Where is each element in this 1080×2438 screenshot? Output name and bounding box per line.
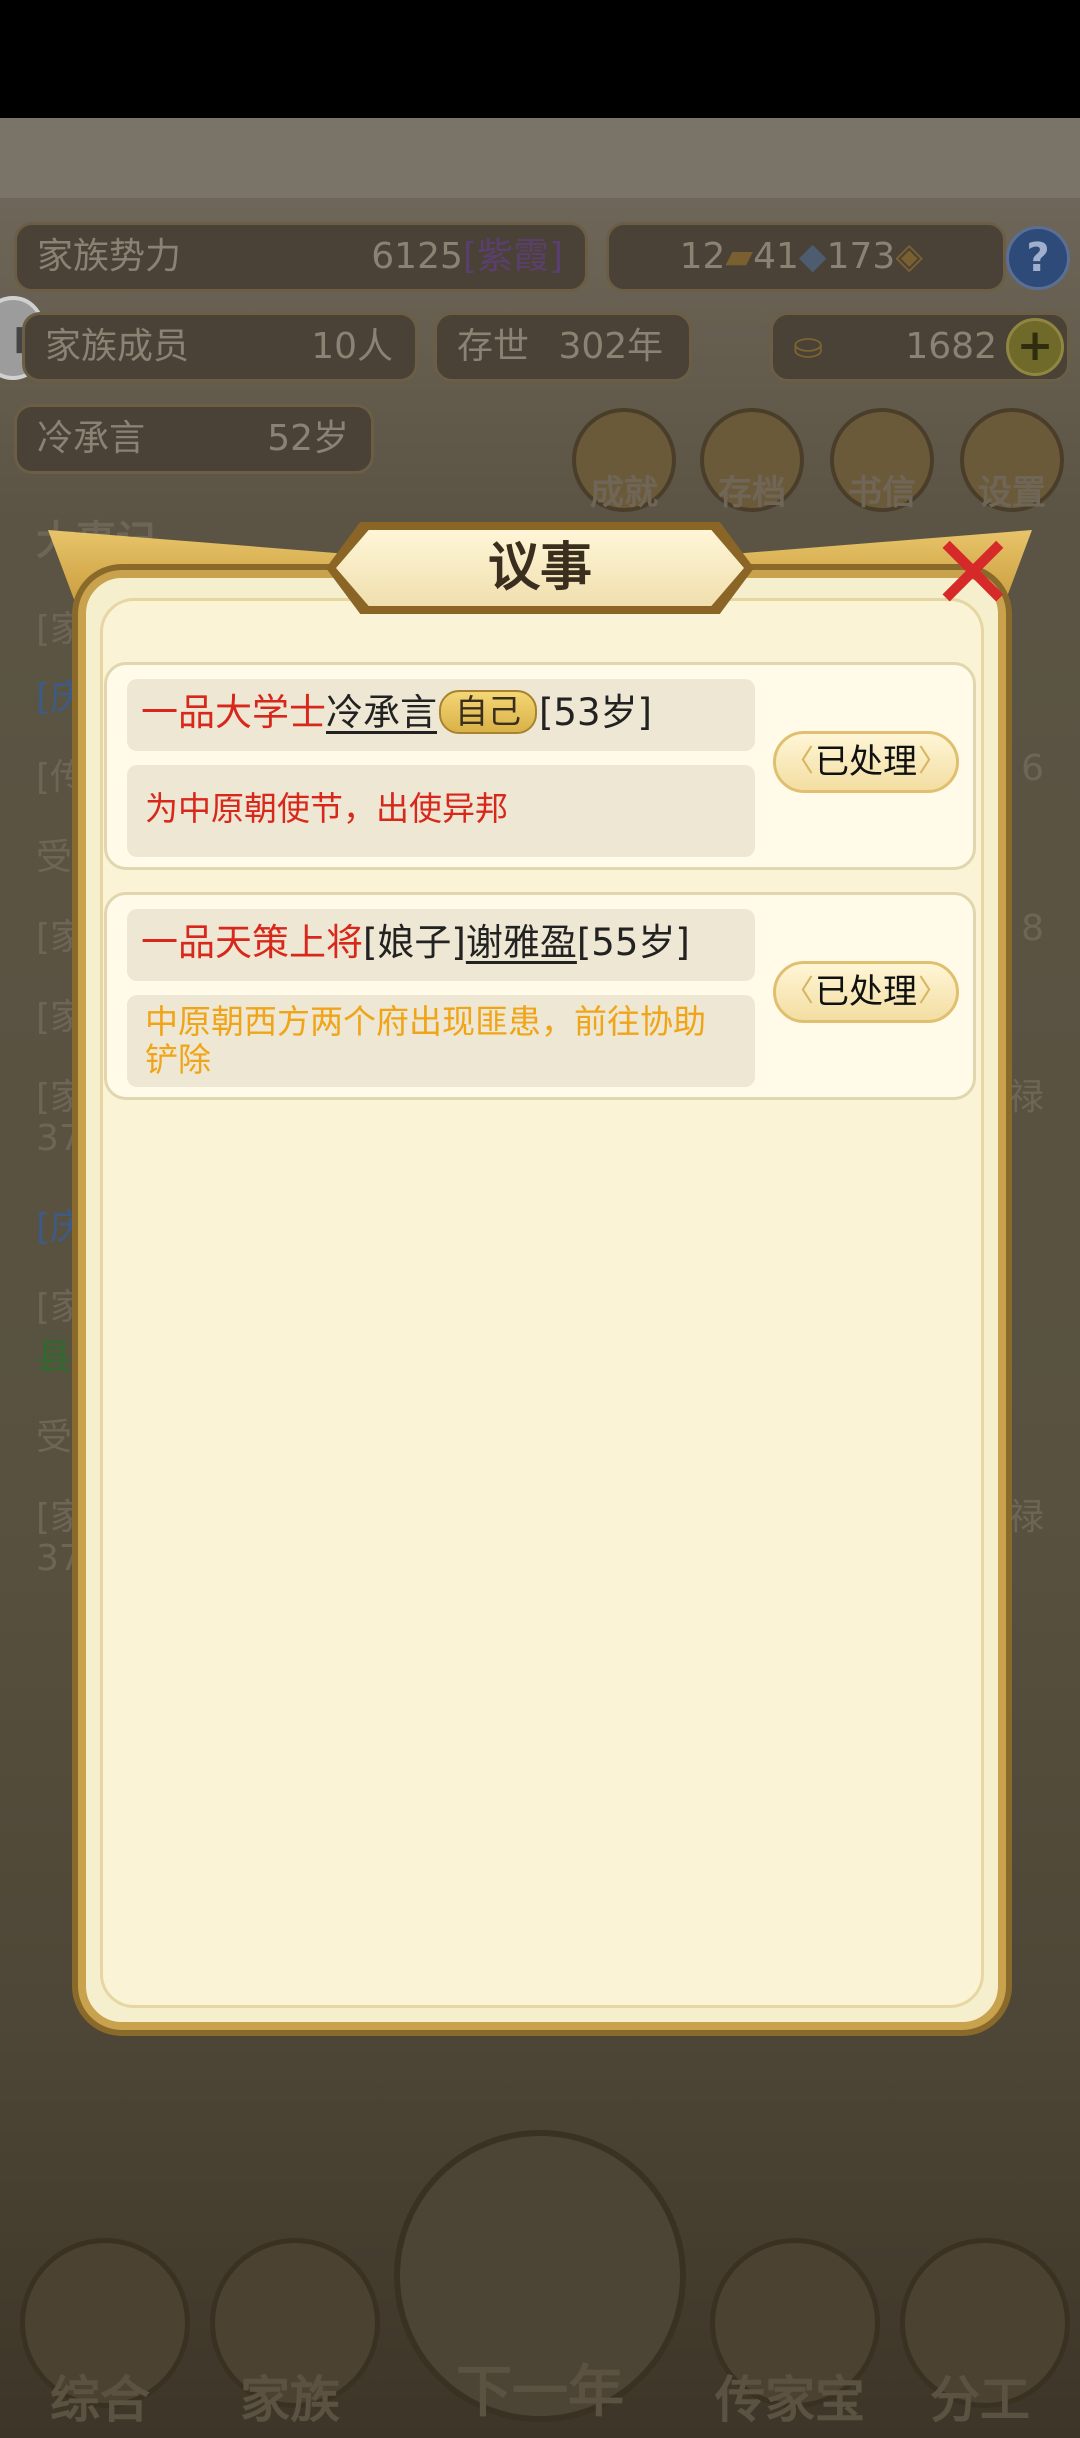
save-label: 存档 bbox=[718, 473, 786, 513]
close-icon: ✕ bbox=[929, 512, 1017, 634]
council-item-description: 为中原朝使节，出使异邦 bbox=[127, 765, 755, 857]
add-ingots-button[interactable]: + bbox=[1006, 318, 1064, 376]
save-button[interactable]: 存档 bbox=[700, 408, 804, 513]
ingot-icon: ⛀ bbox=[793, 326, 824, 367]
help-button[interactable]: ? bbox=[1006, 226, 1070, 290]
members-panel: 家族成员 10人 bbox=[22, 312, 418, 382]
existence-panel: 存世 302年 bbox=[434, 312, 692, 382]
council-item: 一品大学士冷承言 自己 [53岁] 为中原朝使节，出使异邦 〈 已处理 〉 bbox=[104, 662, 976, 870]
member-age: [53岁] bbox=[539, 691, 652, 734]
official-title: 一品天策上将 bbox=[141, 921, 363, 964]
nav-overview[interactable]: 综合 bbox=[0, 2238, 200, 2438]
nav-next-year-label: 下一年 bbox=[456, 2360, 624, 2425]
log-right-fragment: 6 bbox=[1021, 748, 1044, 789]
self-tag: 自己 bbox=[439, 689, 537, 734]
achievement-button[interactable]: 成就 bbox=[572, 408, 676, 513]
patriarch-name: 冷承言 bbox=[37, 418, 146, 459]
gold-bars-count: 12 bbox=[679, 236, 726, 277]
status-bar bbox=[0, 0, 1080, 118]
task-description: 中原朝西方两个府出现匪患，前往协助铲除 bbox=[145, 1002, 706, 1079]
resources-panel: 12▰41◆173◈ bbox=[606, 222, 1006, 292]
chevron-left-icon: 〈 bbox=[784, 974, 814, 1009]
council-item-header: 一品天策上将[娘子]谢雅盈[55岁] bbox=[127, 909, 755, 981]
top-strip bbox=[0, 118, 1080, 198]
letters-label: 书信 bbox=[848, 473, 916, 513]
silver-icon: ◆ bbox=[798, 236, 827, 277]
patriarch-age: 52岁 bbox=[267, 418, 349, 459]
nav-clan-label: 家族 bbox=[240, 2371, 340, 2429]
nav-heirloom[interactable]: 传家宝 bbox=[690, 2238, 890, 2438]
member-name[interactable]: 冷承言 bbox=[326, 691, 437, 734]
log-line: 受 bbox=[36, 837, 73, 878]
letters-button[interactable]: 书信 bbox=[830, 408, 934, 513]
plus-icon: + bbox=[1016, 320, 1054, 371]
official-title: 一品大学士 bbox=[141, 691, 326, 734]
nav-assign-label: 分工 bbox=[930, 2371, 1030, 2429]
chevron-right-icon: 〉 bbox=[918, 744, 948, 779]
member-age: [55岁] bbox=[576, 921, 690, 964]
log-right-fragment: 禄 bbox=[1007, 1077, 1044, 1118]
patriarch-panel: 冷承言 52岁 bbox=[14, 404, 374, 474]
coins-count: 173 bbox=[826, 236, 896, 277]
log-line: 受 bbox=[36, 1417, 73, 1458]
task-description: 为中原朝使节，出使异邦 bbox=[145, 789, 508, 828]
relation-tag: [娘子] bbox=[363, 921, 466, 964]
close-button[interactable]: ✕ bbox=[918, 518, 1028, 628]
ingots-value: 1682 bbox=[905, 326, 997, 367]
existence-value: 302年 bbox=[558, 326, 664, 367]
log-right-fragment: 8 bbox=[1021, 908, 1044, 949]
log-line: 县 bbox=[36, 1337, 73, 1378]
chevron-left-icon: 〈 bbox=[784, 744, 814, 779]
question-icon: ? bbox=[1026, 235, 1050, 281]
clan-power-panel: 家族势力 6125[紫霞] bbox=[14, 222, 588, 292]
nav-assign[interactable]: 分工 bbox=[880, 2238, 1080, 2438]
existence-label: 存世 bbox=[457, 326, 530, 367]
modal-title: 议事 bbox=[487, 538, 592, 598]
chevron-right-icon: 〉 bbox=[918, 974, 948, 1009]
members-label: 家族成员 bbox=[45, 326, 190, 367]
status-label: 已处理 bbox=[815, 742, 917, 782]
council-item-header: 一品大学士冷承言 自己 [53岁] bbox=[127, 679, 755, 751]
council-item: 一品天策上将[娘子]谢雅盈[55岁] 中原朝西方两个府出现匪患，前往协助铲除 〈… bbox=[104, 892, 976, 1100]
gold-bar-icon: ▰ bbox=[725, 236, 754, 277]
clan-power-value: 6125 bbox=[371, 236, 463, 277]
status-button[interactable]: 〈 已处理 〉 bbox=[773, 731, 959, 793]
status-label: 已处理 bbox=[815, 972, 917, 1012]
member-name[interactable]: 谢雅盈 bbox=[466, 921, 577, 964]
nav-clan[interactable]: 家族 bbox=[190, 2238, 390, 2438]
nav-overview-label: 综合 bbox=[50, 2371, 150, 2429]
settings-button[interactable]: 设置 bbox=[960, 408, 1064, 513]
clan-power-label: 家族势力 bbox=[37, 236, 182, 277]
log-right-fragment: 禄 bbox=[1007, 1497, 1044, 1538]
nav-next-year[interactable]: 下一年 bbox=[394, 2130, 686, 2438]
status-button[interactable]: 〈 已处理 〉 bbox=[773, 961, 959, 1023]
nav-heirloom-label: 传家宝 bbox=[715, 2371, 865, 2429]
log-line: 37 bbox=[36, 1538, 82, 1579]
members-value: 10人 bbox=[311, 326, 393, 367]
silver-count: 41 bbox=[753, 236, 799, 277]
achievement-label: 成就 bbox=[590, 473, 658, 513]
settings-label: 设置 bbox=[978, 473, 1046, 513]
coin-icon: ◈ bbox=[895, 236, 923, 277]
council-item-description: 中原朝西方两个府出现匪患，前往协助铲除 bbox=[127, 995, 755, 1087]
log-line: 37 bbox=[36, 1118, 82, 1159]
clan-power-rank: [紫霞] bbox=[462, 236, 563, 277]
